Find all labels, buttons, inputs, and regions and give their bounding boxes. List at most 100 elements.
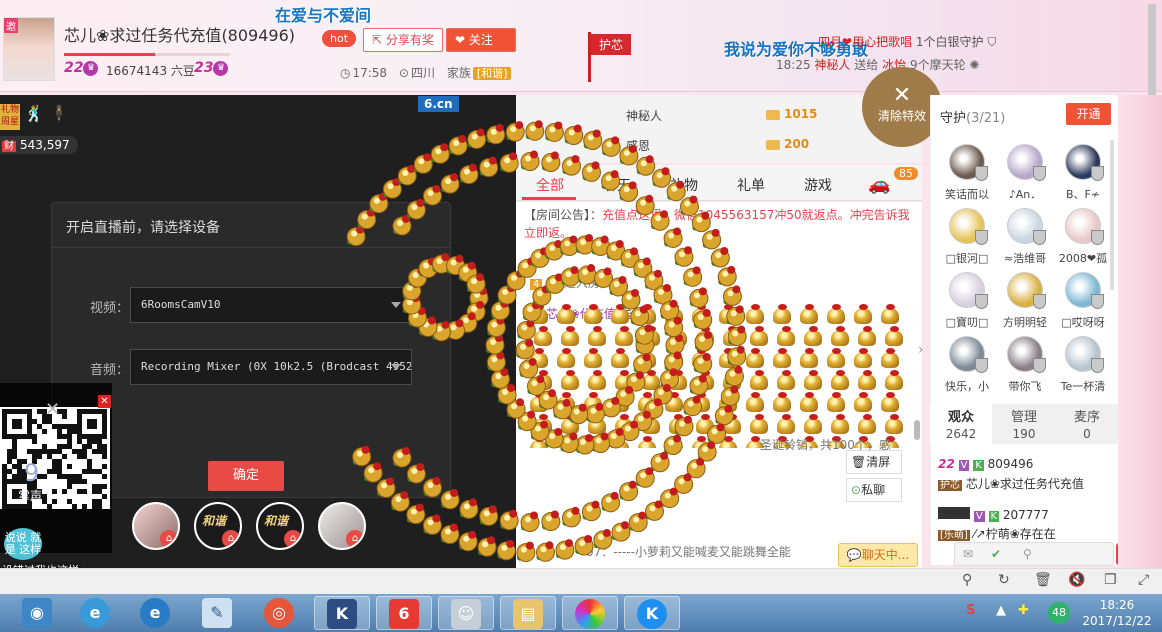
host-name[interactable]: 芯儿❀求过任务代充值(809496) (64, 22, 295, 46)
audience-row[interactable]: V K 207777 (938, 507, 1049, 522)
bell-gift-icon (746, 392, 764, 412)
bell-gift-icon (750, 370, 768, 390)
confirm-button[interactable]: 确定 (208, 461, 284, 491)
guard-member[interactable]: 快乐，小 (938, 336, 996, 398)
pin-icon[interactable]: ⚲ (962, 572, 972, 588)
trash-icon[interactable]: 🗑 (1034, 572, 1052, 588)
host-avatar[interactable]: 邀 (3, 17, 55, 81)
crown-icon: ❀ (96, 26, 110, 45)
shield-icon (975, 294, 988, 309)
gift-from[interactable]: 神秘人 (814, 58, 850, 72)
guard-member[interactable]: ≈浩维哥 (996, 208, 1054, 270)
aud-name: ⁄↗柠萌 (973, 527, 1010, 541)
rank-name[interactable]: 神秘人 (626, 107, 662, 124)
shield-icon (1091, 230, 1104, 245)
gift-star-badge[interactable]: 礼物周星 (0, 104, 20, 130)
tab-gifts[interactable]: 礼物 (670, 175, 698, 195)
mail-icon[interactable]: ✉ (963, 547, 973, 561)
bell-gift-icon (638, 348, 656, 368)
viewer-avatar[interactable]: ⌂ (318, 502, 366, 550)
private-chat-button[interactable]: ⊙私聊 (846, 478, 902, 502)
tab-admins[interactable]: 管理 190 (993, 410, 1055, 442)
chat-scrollbar[interactable] (914, 420, 920, 440)
private-chat-label: 私聊 (861, 483, 886, 497)
guard-member[interactable]: □寶叨□ (938, 272, 996, 334)
guard-member[interactable]: □银河□ (938, 208, 996, 270)
family-tag[interactable]: [和谐] (472, 67, 512, 80)
open-guard-button[interactable]: 开通 (1066, 103, 1111, 125)
bell-gift-icon (534, 326, 552, 346)
viewer-avatar[interactable]: ⌂ (132, 502, 180, 550)
guard-member[interactable]: B、F≁ (1054, 144, 1112, 206)
guard-member[interactable]: 带你飞 (996, 336, 1054, 398)
close-icon[interactable]: ✕ (45, 399, 60, 420)
taskbar-app-6rooms[interactable]: 6 (376, 596, 432, 630)
start-button[interactable]: ◉ (10, 596, 66, 630)
tray-count-badge[interactable]: 48 (1048, 602, 1070, 624)
taskbar-app-folder[interactable]: ▤ (500, 596, 556, 630)
ferris-wheel-icon: ✺ (969, 58, 980, 72)
aud-name-rest: 求过任务代充值 (999, 477, 1084, 491)
promo-badge[interactable]: 说说 就是 这样 (4, 528, 42, 560)
taskbar-app-photo[interactable]: ☺ (438, 596, 494, 630)
audience-row-name[interactable]: 护芯 芯儿❀求过任务代充值 (938, 475, 1084, 492)
guard-mid: 用心把歌唱 (852, 35, 913, 49)
rank-name[interactable]: 感恩 (626, 137, 650, 154)
aud-level: 22 (938, 457, 955, 471)
bell-gift-icon (827, 304, 845, 324)
clear-screen-button[interactable]: 🗑清屏 (846, 450, 902, 474)
plus-icon[interactable]: ✚ (1018, 603, 1029, 618)
tab-all[interactable]: 全部 (536, 175, 564, 195)
guard-member[interactable]: Te一杯清 (1054, 336, 1112, 398)
share-button[interactable]: ⇱ 分享有奖 (363, 28, 443, 52)
audience-row-name[interactable]: [乐萌] ⁄↗柠萌❀存在在 (938, 525, 1056, 542)
taskbar-clock[interactable]: 18:26 2017/12/22 (1080, 597, 1154, 629)
shield-icon: ⛉ (987, 35, 997, 49)
guard-member[interactable]: 笑话而以 (938, 144, 996, 206)
bell-gift-icon (611, 436, 629, 448)
guard-member[interactable]: ♪An． (996, 144, 1054, 206)
qr-code (0, 407, 110, 509)
window-icon[interactable]: ❐ (1104, 572, 1117, 588)
close-icon[interactable]: ✕ (98, 395, 111, 408)
taskbar-app-ie[interactable]: e (128, 596, 184, 630)
enter-user[interactable]: 王 (546, 276, 558, 290)
guard-scrollbar[interactable] (1110, 140, 1114, 290)
tab-gift-list[interactable]: 礼单 (737, 175, 765, 195)
viewer-avatar[interactable]: 和谐 ⌂ (256, 502, 304, 550)
chat-input[interactable]: ✉ ✔ ⚲ (954, 542, 1114, 566)
car-icon[interactable]: 🚗 (868, 174, 890, 195)
video-device-select[interactable]: 6RoomsCamV10 (130, 287, 412, 323)
taskbar-app-notepad[interactable]: ✎ (190, 596, 246, 630)
guard-flag[interactable]: 护芯 (588, 28, 638, 82)
taskbar-app-chrome[interactable]: ◎ (252, 596, 308, 630)
check-icon[interactable]: ✔ (991, 547, 1001, 561)
fullscreen-icon[interactable]: ⤢ (1138, 572, 1149, 588)
guard-member[interactable]: 2008❤孤 (1054, 208, 1112, 270)
mute-icon[interactable]: 🔇 (1068, 572, 1085, 588)
tab-games[interactable]: 游戏 (804, 175, 832, 195)
chevron-up-icon[interactable]: ▲ (996, 603, 1006, 618)
chevron-down-icon (391, 302, 401, 308)
taskbar-app-player[interactable]: K (314, 596, 370, 630)
follow-button[interactable]: ❤ 关注 (446, 28, 516, 52)
guard-member[interactable]: □哎呀呀 (1054, 272, 1112, 334)
tab-mic-queue[interactable]: 麦序 0 (1056, 410, 1118, 442)
tab-chat[interactable]: 聊天 (603, 175, 631, 195)
sogou-icon[interactable]: S (966, 603, 975, 618)
search-icon[interactable]: ⚲ (1023, 547, 1032, 561)
bell-gift-icon (777, 370, 795, 390)
shield-icon (1033, 358, 1046, 373)
viewer-avatar[interactable]: 和谐 ⌂ (194, 502, 242, 550)
refresh-icon[interactable]: ↻ (998, 572, 1010, 588)
bell-gift-icon (584, 304, 602, 324)
tab-audience[interactable]: 观众 2642 (930, 404, 992, 444)
taskbar-app-browser[interactable]: e (68, 596, 124, 630)
chevron-right-icon[interactable]: › (918, 342, 924, 358)
audience-row[interactable]: 22 V K 809496 (938, 457, 1033, 471)
taskbar-app-color[interactable] (562, 596, 618, 630)
taskbar-app-kugou[interactable]: K (624, 596, 680, 630)
audio-device-select[interactable]: Recording Mixer (0X 10k2.5 (Brodcast 495… (130, 349, 412, 385)
chat-center-button[interactable]: 💬聊天中... (838, 543, 918, 567)
guard-member[interactable]: 方明明轻 (996, 272, 1054, 334)
